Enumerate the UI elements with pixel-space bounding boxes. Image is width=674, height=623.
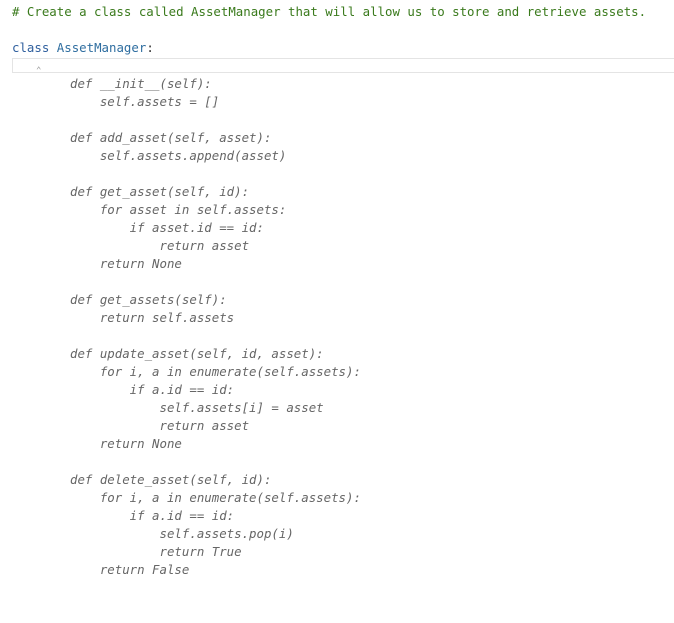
suggestion-line: if a.id == id: bbox=[70, 508, 235, 523]
suggestion-line: return None bbox=[70, 256, 182, 271]
class-colon: : bbox=[146, 40, 154, 55]
suggestion-line: return asset bbox=[70, 238, 250, 253]
suggestion-line: return None bbox=[70, 436, 182, 451]
suggestion-line: self.assets[i] = asset bbox=[70, 400, 324, 415]
suggestion-line: return False bbox=[70, 562, 190, 577]
suggestion-line: self.assets = [] bbox=[70, 94, 220, 109]
suggestion-line: def get_asset(self, id): bbox=[70, 184, 250, 199]
suggestion-line: return True bbox=[70, 544, 242, 559]
class-declaration: class AssetManager: bbox=[12, 39, 154, 57]
prompt-comment: # Create a class called AssetManager tha… bbox=[12, 4, 647, 19]
suggestion-line: def add_asset(self, asset): bbox=[70, 130, 272, 145]
suggestion-line: for i, a in enumerate(self.assets): bbox=[70, 490, 361, 505]
class-name: AssetManager bbox=[56, 40, 147, 55]
code-input-line[interactable] bbox=[12, 58, 674, 73]
cursor-icon: ⌃ bbox=[36, 66, 42, 76]
suggestion-line: self.assets.pop(i) bbox=[70, 526, 294, 541]
suggestion-line: return self.assets bbox=[70, 310, 235, 325]
suggestion-line: def get_assets(self): bbox=[70, 292, 227, 307]
suggestion-line: if asset.id == id: bbox=[70, 220, 264, 235]
suggestion-line: def delete_asset(self, id): bbox=[70, 472, 272, 487]
suggestion-line: def __init__(self): bbox=[70, 76, 212, 91]
suggestion-line: if a.id == id: bbox=[70, 382, 235, 397]
suggestion-line: self.assets.append(asset) bbox=[70, 148, 287, 163]
class-keyword: class bbox=[12, 40, 50, 55]
suggestion-line: def update_asset(self, id, asset): bbox=[70, 346, 324, 361]
suggestion-line: for i, a in enumerate(self.assets): bbox=[70, 364, 361, 379]
suggestion-line: return asset bbox=[70, 418, 250, 433]
suggestion-line: for asset in self.assets: bbox=[70, 202, 287, 217]
